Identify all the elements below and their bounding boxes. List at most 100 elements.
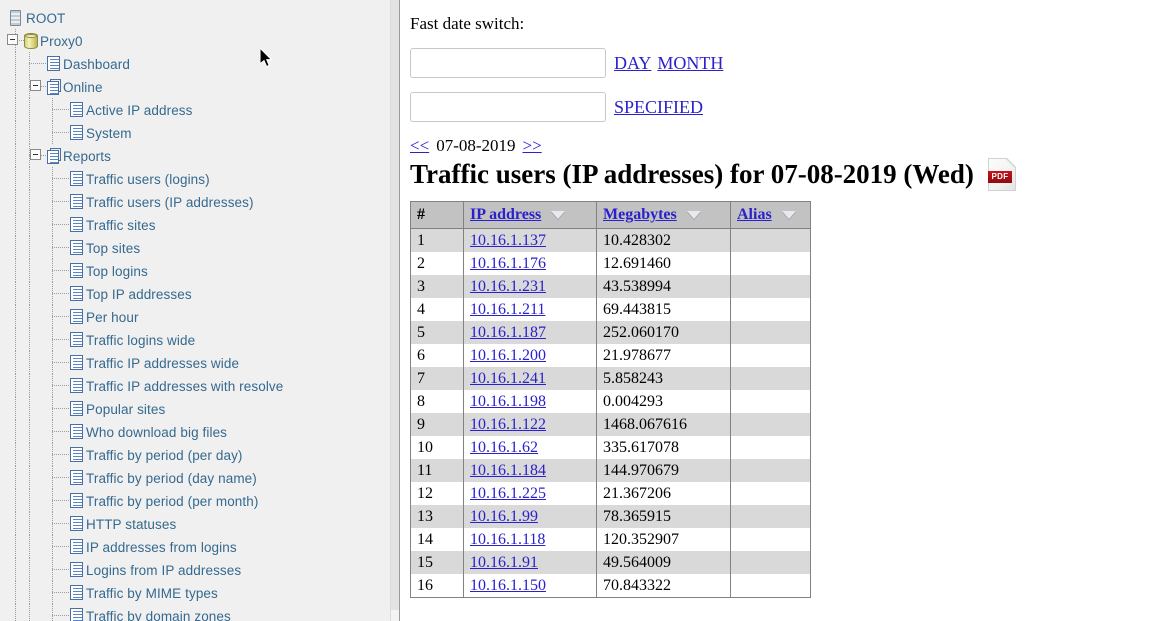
table-row: 5 10.16.1.187 252.060170: [410, 321, 811, 344]
cell-ip-address: 10.16.1.91: [463, 551, 597, 574]
cell-alias: [730, 390, 811, 413]
ip-address-link[interactable]: 10.16.1.184: [470, 462, 546, 479]
tree-guide-line: [52, 339, 70, 340]
date-input-specified[interactable]: [410, 92, 606, 122]
cell-index: 7: [410, 367, 464, 390]
sort-descending-icon-megabytes[interactable]: [686, 211, 701, 220]
ip-address-link[interactable]: 10.16.1.122: [470, 416, 546, 433]
day-link[interactable]: DAY: [614, 53, 651, 73]
tree-guide-line: [52, 523, 70, 524]
column-header-megabytes-link[interactable]: Megabytes: [603, 206, 677, 223]
table-row: 11 10.16.1.184 144.970679: [410, 459, 811, 482]
table-row: 6 10.16.1.200 21.978677: [410, 344, 811, 367]
tree-item-traffic-by-period-per-day[interactable]: Traffic by period (per day): [0, 443, 392, 466]
ip-address-link[interactable]: 10.16.1.200: [470, 347, 546, 364]
column-header-megabytes[interactable]: Megabytes: [596, 201, 731, 229]
document-icon: [70, 194, 83, 209]
tree-item-online[interactable]: Online: [0, 75, 392, 98]
tree-item-root[interactable]: ROOT: [0, 6, 392, 29]
ip-address-link[interactable]: 10.16.1.118: [470, 531, 545, 548]
ip-address-link[interactable]: 10.16.1.241: [470, 370, 546, 387]
tree-item-label: Traffic IP addresses with resolve: [86, 378, 284, 394]
ip-address-link[interactable]: 10.16.1.99: [470, 508, 538, 525]
ip-address-link[interactable]: 10.16.1.225: [470, 485, 546, 502]
tree-item-popular-sites[interactable]: Popular sites: [0, 397, 392, 420]
page-title: Traffic users (IP addresses) for 07-08-2…: [410, 159, 974, 189]
next-date-link[interactable]: >>: [523, 136, 542, 155]
tree-item-who-download-big-files[interactable]: Who download big files: [0, 420, 392, 443]
document-icon: [70, 309, 83, 324]
document-icon: [70, 562, 83, 577]
ip-address-link[interactable]: 10.16.1.62: [470, 439, 538, 456]
cell-ip-address: 10.16.1.62: [463, 436, 597, 459]
specified-link[interactable]: SPECIFIED: [614, 97, 703, 117]
tree-item-label: Traffic by period (day name): [86, 470, 257, 486]
ip-address-link[interactable]: 10.16.1.187: [470, 324, 546, 341]
tree-item-label: Popular sites: [86, 401, 166, 417]
tree-item-dashboard[interactable]: Dashboard: [0, 52, 392, 75]
ip-address-link[interactable]: 10.16.1.150: [470, 577, 546, 594]
cell-megabytes: 1468.067616: [596, 413, 731, 436]
table-row: 10 10.16.1.62 335.617078: [410, 436, 811, 459]
tree-item-system[interactable]: System: [0, 121, 392, 144]
tree-collapse-icon[interactable]: [30, 80, 41, 91]
pdf-export-icon[interactable]: PDF: [987, 158, 1016, 191]
ip-address-link[interactable]: 10.16.1.198: [470, 393, 546, 410]
sidebar-vertical-scrollbar[interactable]: [390, 0, 399, 621]
tree-item-traffic-users-logins[interactable]: Traffic users (logins): [0, 167, 392, 190]
tree-item-top-sites[interactable]: Top sites: [0, 236, 392, 259]
tree-item-top-ip-addresses[interactable]: Top IP addresses: [0, 282, 392, 305]
tree-item-traffic-ip-addresses-with-resolve[interactable]: Traffic IP addresses with resolve: [0, 374, 392, 397]
ip-address-link[interactable]: 10.16.1.231: [470, 278, 546, 295]
table-row: 15 10.16.1.91 49.564009: [410, 551, 811, 574]
tree-item-ip-addresses-from-logins[interactable]: IP addresses from logins: [0, 535, 392, 558]
date-input-day[interactable]: [410, 48, 606, 78]
cell-ip-address: 10.16.1.99: [463, 505, 597, 528]
tree-guide-line: [29, 351, 30, 374]
tree-collapse-icon[interactable]: [30, 149, 41, 160]
cell-ip-address: 10.16.1.231: [463, 275, 597, 298]
column-header-alias[interactable]: Alias: [730, 201, 811, 229]
sort-descending-icon-ip[interactable]: [551, 211, 566, 220]
ip-address-link[interactable]: 10.16.1.137: [470, 232, 546, 249]
tree-item-label: HTTP statuses: [86, 516, 177, 532]
scrollbar-thumb[interactable]: [391, 0, 399, 610]
tree-item-per-hour[interactable]: Per hour: [0, 305, 392, 328]
tree-item-label: Traffic sites: [86, 217, 156, 233]
tree-item-traffic-ip-addresses-wide[interactable]: Traffic IP addresses wide: [0, 351, 392, 374]
main-content-panel: Fast date switch: DAY MONTH SPECIFIED << 0…: [400, 0, 1149, 621]
tree-guide-line: [29, 604, 30, 621]
month-link[interactable]: MONTH: [657, 53, 723, 73]
tree-item-traffic-by-period-day-name[interactable]: Traffic by period (day name): [0, 466, 392, 489]
tree-item-traffic-by-period-per-month[interactable]: Traffic by period (per month): [0, 489, 392, 512]
tree-item-traffic-users-ip-addresses[interactable]: Traffic users (IP addresses): [0, 190, 392, 213]
ip-address-link[interactable]: 10.16.1.211: [470, 301, 545, 318]
tree-guide-line: [15, 351, 16, 374]
tree-item-traffic-logins-wide[interactable]: Traffic logins wide: [0, 328, 392, 351]
ip-address-link[interactable]: 10.16.1.91: [470, 554, 538, 571]
prev-date-link[interactable]: <<: [410, 136, 429, 155]
tree-item-traffic-sites[interactable]: Traffic sites: [0, 213, 392, 236]
tree-item-top-logins[interactable]: Top logins: [0, 259, 392, 282]
tree-item-reports[interactable]: Reports: [0, 144, 392, 167]
column-header-alias-link[interactable]: Alias: [737, 206, 772, 223]
sort-descending-icon-alias[interactable]: [781, 211, 796, 220]
tree-item-proxy0[interactable]: Proxy0: [0, 29, 392, 52]
cell-alias: [730, 482, 811, 505]
column-header-ip-address-link[interactable]: IP address: [470, 206, 541, 223]
cell-index: 3: [410, 275, 464, 298]
tree-item-http-statuses[interactable]: HTTP statuses: [0, 512, 392, 535]
tree-guide-line: [29, 213, 30, 236]
tree-item-logins-from-ip-addresses[interactable]: Logins from IP addresses: [0, 558, 392, 581]
tree-collapse-icon[interactable]: [7, 34, 18, 45]
tree-item-active-ip-address[interactable]: Active IP address: [0, 98, 392, 121]
cell-megabytes: 49.564009: [596, 551, 731, 574]
tree-item-label: Top logins: [86, 263, 148, 279]
table-row: 1 10.16.1.137 10.428302: [410, 228, 811, 252]
ip-address-link[interactable]: 10.16.1.176: [470, 255, 546, 272]
cell-alias: [730, 551, 811, 574]
tree-item-traffic-by-mime-types[interactable]: Traffic by MIME types: [0, 581, 392, 604]
column-header-ip-address[interactable]: IP address: [463, 201, 597, 229]
tree-item-traffic-by-domain-zones[interactable]: Traffic by domain zones: [0, 604, 392, 621]
cell-megabytes: 12.691460: [596, 252, 731, 275]
